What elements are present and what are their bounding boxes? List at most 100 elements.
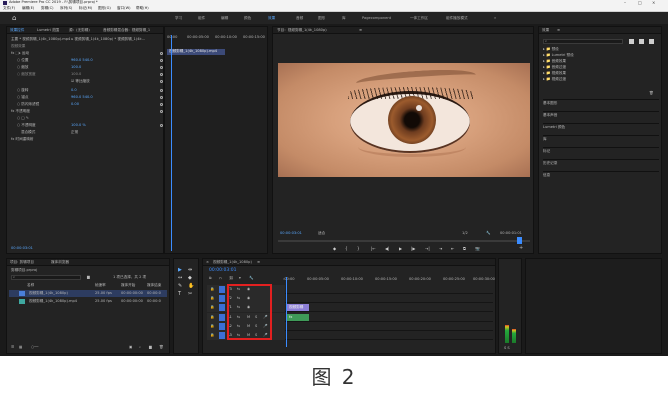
menu-sequence[interactable]: 序列(S) (60, 6, 72, 11)
workspace-editing[interactable]: 编辑 (221, 16, 228, 21)
hand-tool-icon[interactable]: ✋ (188, 283, 194, 289)
workspace-assembly[interactable]: 组件 (198, 16, 205, 21)
keyframe-icon[interactable] (160, 103, 163, 106)
linked-selection-icon[interactable]: ⛓ (229, 276, 234, 281)
keyframe-icon[interactable] (160, 89, 163, 92)
mark-in-button[interactable]: { (345, 246, 348, 252)
program-playhead[interactable] (517, 237, 522, 244)
track-target[interactable] (219, 295, 225, 302)
pen-tool-icon[interactable]: ✎ (178, 283, 182, 289)
keyframe-icon[interactable] (160, 73, 163, 76)
type-tool-icon[interactable]: T (178, 291, 181, 297)
effects-folder-audio-transitions[interactable]: ▸ 📁 音频过渡 (543, 65, 566, 70)
panel-menu-icon[interactable]: ≡ (557, 28, 560, 33)
uniform-scale-checkbox[interactable]: ☑ 等比缩放 (71, 79, 90, 84)
wrench-icon[interactable]: 🔧 (486, 231, 490, 236)
slip-tool-icon[interactable]: ✂ (188, 291, 192, 297)
track-target[interactable] (219, 304, 225, 311)
lock-icon[interactable]: 🔒 (210, 324, 214, 329)
ripple-edit-tool-icon[interactable]: ↔ (178, 275, 182, 281)
section-libraries[interactable]: 库 (543, 135, 659, 142)
effect-row-antiflicker[interactable]: ○ 防闪烁滤镜 0.00 (11, 102, 163, 107)
tab-audio-mixer[interactable]: 音频剪辑混合器：视频剪辑_1 (103, 28, 150, 33)
keyframe-icon[interactable] (160, 66, 163, 69)
column-name[interactable]: 名称 (27, 283, 34, 288)
effects-folder-video-effects[interactable]: ▸ 📁 视频效果 (543, 71, 566, 76)
section-markers[interactable]: 标记 (543, 147, 659, 154)
list-view-icon[interactable]: ☰ (11, 345, 14, 350)
column-media-end[interactable]: 媒体结束 (147, 283, 161, 288)
keyframe-icon[interactable] (160, 124, 163, 127)
keyframe-icon[interactable] (160, 96, 163, 99)
blend-mode-select[interactable]: 正常 (71, 130, 78, 135)
workspace-playback[interactable]: 组件播放模式 (446, 16, 468, 21)
workspace-all[interactable]: 一体工作区 (410, 16, 428, 21)
menu-window[interactable]: 窗口(W) (117, 6, 131, 11)
effect-row-scale[interactable]: ○ 缩放 100.0 (11, 65, 163, 70)
effect-row-rotation[interactable]: ○ 旋转 0.0 (11, 88, 163, 93)
icon-view-icon[interactable]: ▦ (19, 345, 22, 350)
track-select-tool-icon[interactable]: ⇹ (188, 267, 192, 273)
mini-playhead[interactable] (171, 35, 172, 251)
selection-tool-icon[interactable]: ▶ (178, 267, 182, 273)
reset-icon[interactable] (160, 52, 163, 55)
effect-row-value[interactable]: 960.0 540.0 (71, 58, 93, 63)
workspace-page[interactable]: Pagecomponent (362, 16, 391, 21)
workspace-color[interactable]: 颜色 (244, 16, 251, 21)
section-lumetri-color[interactable]: Lumetri 颜色 (543, 123, 659, 130)
program-scrub-bar[interactable] (278, 237, 530, 244)
effect-row-time-remap[interactable]: fx 时间重映射 (11, 137, 161, 142)
new-bin-icon[interactable]: ▆ (149, 345, 152, 350)
add-marker-button[interactable]: ◆ (333, 246, 336, 252)
keyframe-icon[interactable] (160, 80, 163, 83)
add-button-icon[interactable]: + (519, 246, 523, 251)
effect-row-scale-width[interactable]: ○ 缩放宽度 100.0 (11, 72, 163, 77)
camera-icon[interactable]: 📷 (475, 246, 480, 252)
lock-icon[interactable]: 🔒 (210, 287, 214, 292)
workspace-graphics[interactable]: 图形 (318, 16, 325, 21)
effect-row-value[interactable]: 100.0 (71, 65, 81, 70)
play-button[interactable]: ▶ (399, 246, 402, 252)
track-target[interactable] (219, 286, 225, 293)
fit-dropdown[interactable]: 适合 (318, 231, 325, 236)
timeline-timecode[interactable]: 00:00:03:01 (209, 268, 236, 273)
panel-menu-icon[interactable]: ≡ (257, 260, 260, 265)
effect-row-value[interactable]: 0.0 (71, 88, 77, 93)
effect-row-blend-mode[interactable]: 混合模式 正常 (11, 130, 161, 135)
effect-row-anchor[interactable]: ○ 锚点 960.0 540.0 (11, 95, 163, 100)
workspace-libraries[interactable]: 库 (342, 16, 346, 21)
effects-folder-video-transitions[interactable]: ▸ 📁 视频过渡 (543, 77, 566, 82)
tab-source[interactable]: 源：(无剪辑) (69, 28, 90, 33)
reset-icon[interactable] (160, 110, 163, 113)
project-row[interactable]: 视频剪辑_1(4k_1080p) 25.00 fps 00:00:00:00 0… (9, 290, 167, 297)
workspace-audio[interactable]: 音频 (296, 16, 303, 21)
effect-row-value[interactable]: 100.0 % (71, 123, 86, 128)
project-row[interactable]: 视频剪辑_1(4k_1080p).mp4 25.00 fps 00:00:00:… (9, 298, 167, 305)
close-icon[interactable]: × (206, 260, 209, 265)
effects-search-input[interactable]: ⌕ (543, 39, 623, 44)
workspace-effects[interactable]: 效果 (268, 16, 275, 21)
extract-button[interactable]: ⇤ (451, 246, 454, 252)
menu-marker[interactable]: 标记(M) (79, 6, 92, 11)
new-bin-icon[interactable] (629, 39, 634, 44)
workspace-more-icon[interactable]: » (494, 16, 496, 21)
step-back-button[interactable]: ◀| (385, 246, 389, 252)
yuv-effects-icon[interactable] (649, 39, 654, 44)
nest-icon[interactable]: ⧉ (209, 276, 212, 281)
column-fps[interactable]: 帧速率 (95, 283, 106, 288)
tab-program[interactable]: 节目：视频剪辑_1(4k_1080p) (277, 28, 327, 33)
mark-out-button[interactable]: } (357, 246, 360, 252)
compare-button[interactable]: ⧉ (463, 246, 466, 252)
menu-file[interactable]: 文件(F) (3, 6, 15, 11)
effect-row-position[interactable]: ○ 位置 960.0 540.0 (11, 58, 163, 63)
effect-row-mask-tools[interactable]: ○ □ ✎ (11, 116, 161, 121)
trash-icon[interactable]: 🗑 (649, 91, 654, 96)
add-marker-icon[interactable]: ▾ (239, 276, 241, 281)
menu-help[interactable]: 帮助(H) (136, 6, 149, 11)
timeline-ruler[interactable]: :00:00 00:00:05:00 00:00:10:00 00:00:15:… (283, 277, 495, 283)
lock-icon[interactable]: 🔒 (210, 315, 214, 320)
effect-row-value[interactable]: 100.0 (71, 72, 81, 77)
section-info[interactable]: 信息 (543, 171, 659, 178)
menu-graphics[interactable]: 图形(G) (98, 6, 111, 11)
effects-folder-audio-effects[interactable]: ▸ 📁 音频效果 (543, 59, 566, 64)
